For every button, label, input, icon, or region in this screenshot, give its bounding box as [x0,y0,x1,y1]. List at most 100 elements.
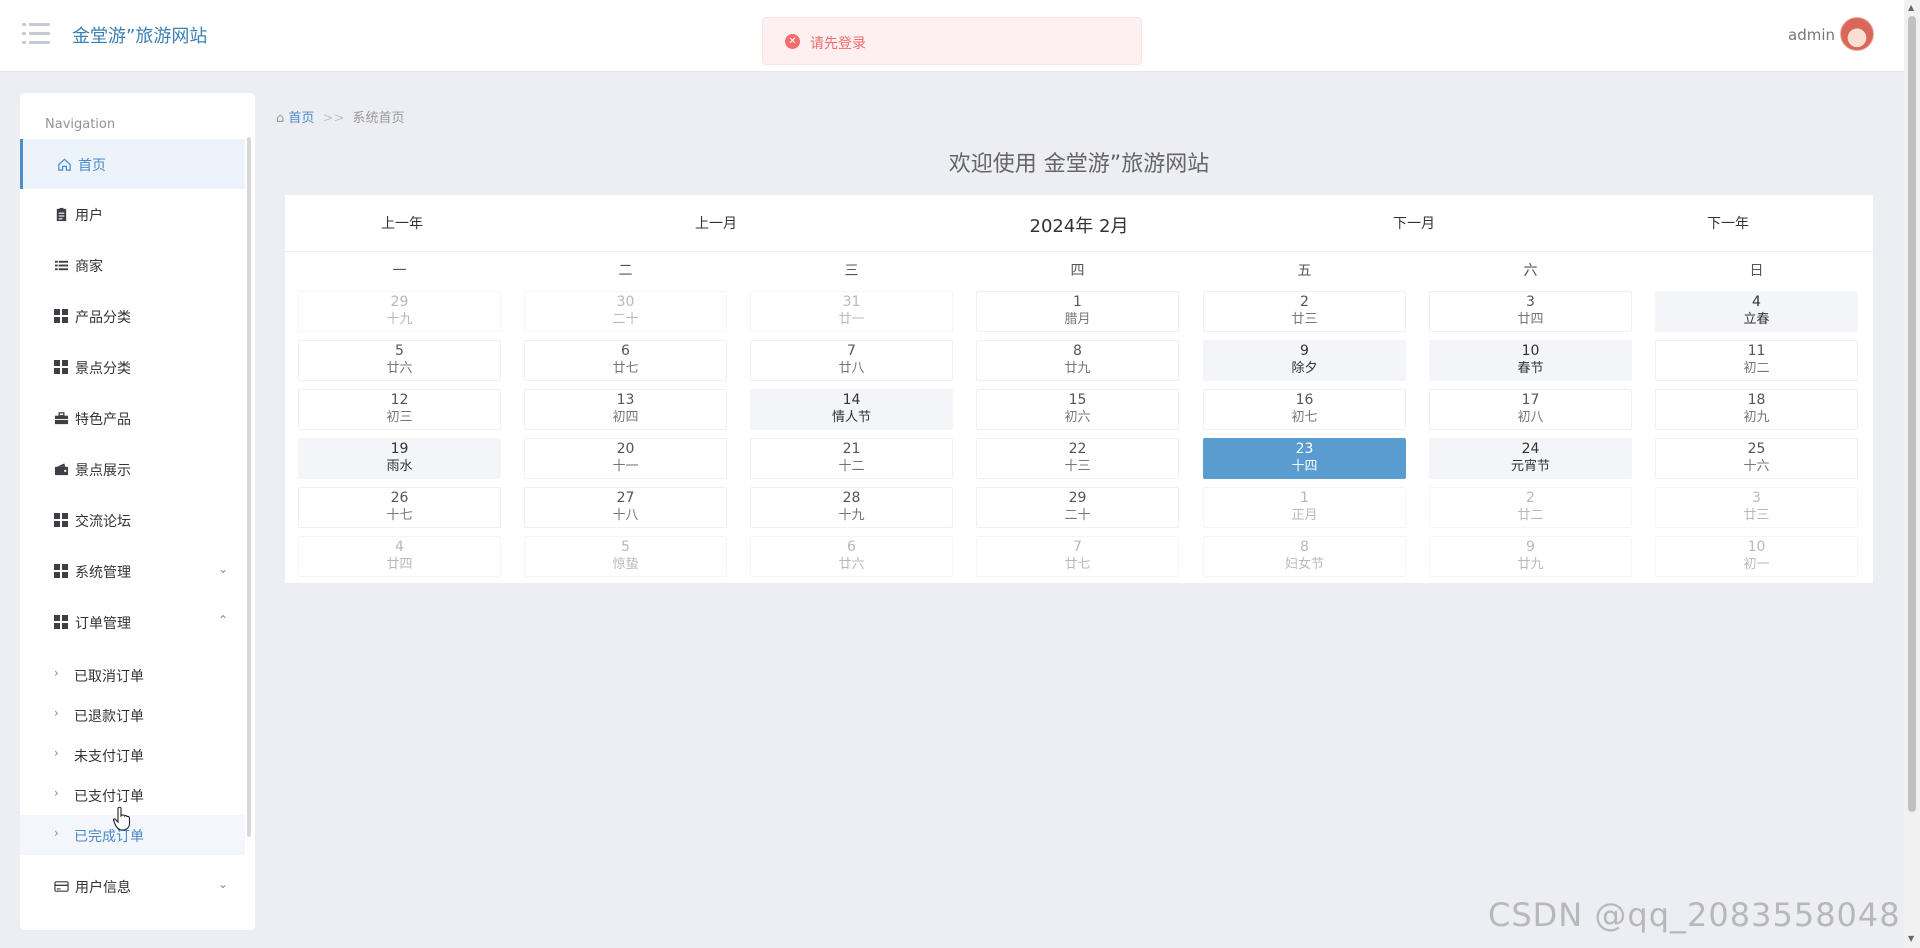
calendar-day[interactable]: 9 除夕 [1203,340,1406,381]
day-number: 7 [847,343,856,359]
sidebar-item-label: 系统管理 [75,565,131,581]
calendar-day[interactable]: 15 初六 [976,389,1179,430]
sidebar-item-scenic-display[interactable]: 景点展示 [20,444,245,494]
calendar-day[interactable]: 1 正月 [1203,487,1406,528]
day-number: 4 [1752,294,1761,310]
briefcase-icon [54,412,69,425]
day-number: 24 [1521,441,1540,457]
calendar-day[interactable]: 24 元宵节 [1429,438,1632,479]
sidebar: Navigation 首页 用户 商家 产品分类 景点分类 特色产品 景点展示 … [20,93,255,930]
calendar-day[interactable]: 29 二十 [976,487,1179,528]
calendar-day[interactable]: 22 十三 [976,438,1179,479]
calendar-day-today[interactable]: 23 十四 [1203,438,1406,479]
day-number: 21 [842,441,861,457]
sidebar-item-forum[interactable]: 交流论坛 [20,495,245,545]
calendar-day[interactable]: 7 廿八 [750,340,953,381]
weekday-header: 四 [1070,263,1085,279]
calendar-day[interactable]: 29 十九 [298,291,501,332]
calendar-day[interactable]: 6 廿七 [524,340,727,381]
calendar-day[interactable]: 10 初一 [1655,536,1858,577]
menu-toggle-icon[interactable] [22,22,50,46]
calendar-day[interactable]: 9 廿九 [1429,536,1632,577]
next-month-button[interactable]: 下一月 [1354,213,1474,233]
lunar-date: 廿六 [838,557,865,572]
day-number: 14 [842,392,861,408]
calendar-day[interactable]: 8 妇女节 [1203,536,1406,577]
calendar-day[interactable]: 6 廿六 [750,536,953,577]
calendar-day[interactable]: 2 廿三 [1203,291,1406,332]
calendar-day[interactable]: 4 廿四 [298,536,501,577]
weekday-header: 二 [618,263,633,279]
avatar[interactable] [1840,17,1874,51]
lunar-date: 十九 [838,508,865,523]
sidebar-subitem-label: 已取消订单 [74,669,144,685]
calendar-day[interactable]: 26 十七 [298,487,501,528]
grid-icon [54,615,69,630]
calendar-day[interactable]: 27 十八 [524,487,727,528]
calendar-day[interactable]: 28 十九 [750,487,953,528]
sidebar-item-user-info[interactable]: 用户信息 ⌄ [20,861,245,911]
calendar-day[interactable]: 11 初二 [1655,340,1858,381]
day-number: 1 [1300,490,1309,506]
sidebar-item-product-category[interactable]: 产品分类 [20,291,245,341]
next-year-button[interactable]: 下一年 [1668,213,1788,233]
lunar-date: 初七 [1291,410,1318,425]
calendar-day[interactable]: 5 惊蛰 [524,536,727,577]
user-name[interactable]: admin [1788,26,1835,44]
sidebar-scrollbar[interactable] [247,137,251,837]
calendar-day[interactable]: 12 初三 [298,389,501,430]
calendar-day[interactable]: 19 雨水 [298,438,501,479]
scroll-down-icon[interactable]: ▼ [1908,934,1914,943]
calendar-day[interactable]: 8 廿九 [976,340,1179,381]
scrollbar-thumb[interactable] [1908,16,1916,812]
calendar-day[interactable]: 7 廿七 [976,536,1179,577]
sidebar-subitem-cancelled-orders[interactable]: › 已取消订单 [20,655,245,695]
scroll-up-icon[interactable]: ▲ [1908,3,1914,12]
sidebar-item-special-products[interactable]: 特色产品 [20,393,245,443]
day-number: 4 [395,539,404,555]
calendar-day[interactable]: 10 春节 [1429,340,1632,381]
breadcrumb-home[interactable]: 首页 [288,111,314,126]
day-number: 8 [1300,539,1309,555]
day-number: 7 [1073,539,1082,555]
calendar-day[interactable]: 16 初七 [1203,389,1406,430]
nav-heading: Navigation [45,117,116,132]
sidebar-item-scenic-category[interactable]: 景点分类 [20,342,245,392]
prev-month-button[interactable]: 上一月 [656,213,776,233]
calendar-day[interactable]: 31 廿一 [750,291,953,332]
sidebar-subitem-unpaid-orders[interactable]: › 未支付订单 [20,735,245,775]
day-number: 12 [390,392,409,408]
breadcrumb-separator: >> [322,111,345,126]
sidebar-item-label: 特色产品 [75,412,131,428]
calendar-day[interactable]: 2 廿二 [1429,487,1632,528]
calendar-day[interactable]: 18 初九 [1655,389,1858,430]
sidebar-item-merchant[interactable]: 商家 [20,240,245,290]
day-number: 23 [1295,441,1314,457]
calendar-day[interactable]: 5 廿六 [298,340,501,381]
sidebar-subitem-paid-orders[interactable]: › 已支付订单 [20,775,245,815]
sidebar-subitem-completed-orders[interactable]: › 已完成订单 [20,815,245,855]
calendar-day[interactable]: 4 立春 [1655,291,1858,332]
calendar-day[interactable]: 13 初四 [524,389,727,430]
calendar-day[interactable]: 14 情人节 [750,389,953,430]
calendar-day[interactable]: 21 十二 [750,438,953,479]
calendar-day[interactable]: 25 十六 [1655,438,1858,479]
lunar-date: 廿九 [1064,361,1091,376]
sidebar-item-label: 用户信息 [75,880,131,896]
lunar-date: 春节 [1517,361,1544,376]
calendar-day[interactable]: 3 廿三 [1655,487,1858,528]
sidebar-subitem-refunded-orders[interactable]: › 已退款订单 [20,695,245,735]
calendar-day[interactable]: 20 十一 [524,438,727,479]
lunar-date: 廿二 [1517,508,1544,523]
calendar-day[interactable]: 3 廿四 [1429,291,1632,332]
sidebar-item-system-management[interactable]: 系统管理 ⌄ [20,546,245,596]
lunar-date: 廿四 [386,557,413,572]
sidebar-item-user[interactable]: 用户 [20,189,245,239]
calendar-day[interactable]: 17 初八 [1429,389,1632,430]
prev-year-button[interactable]: 上一年 [342,213,462,233]
page-scrollbar[interactable]: ▲ ▼ [1904,0,1920,948]
sidebar-item-order-management[interactable]: 订单管理 ⌃ [20,597,245,647]
lunar-date: 初九 [1743,410,1770,425]
calendar-day[interactable]: 1 腊月 [976,291,1179,332]
calendar-day[interactable]: 30 二十 [524,291,727,332]
